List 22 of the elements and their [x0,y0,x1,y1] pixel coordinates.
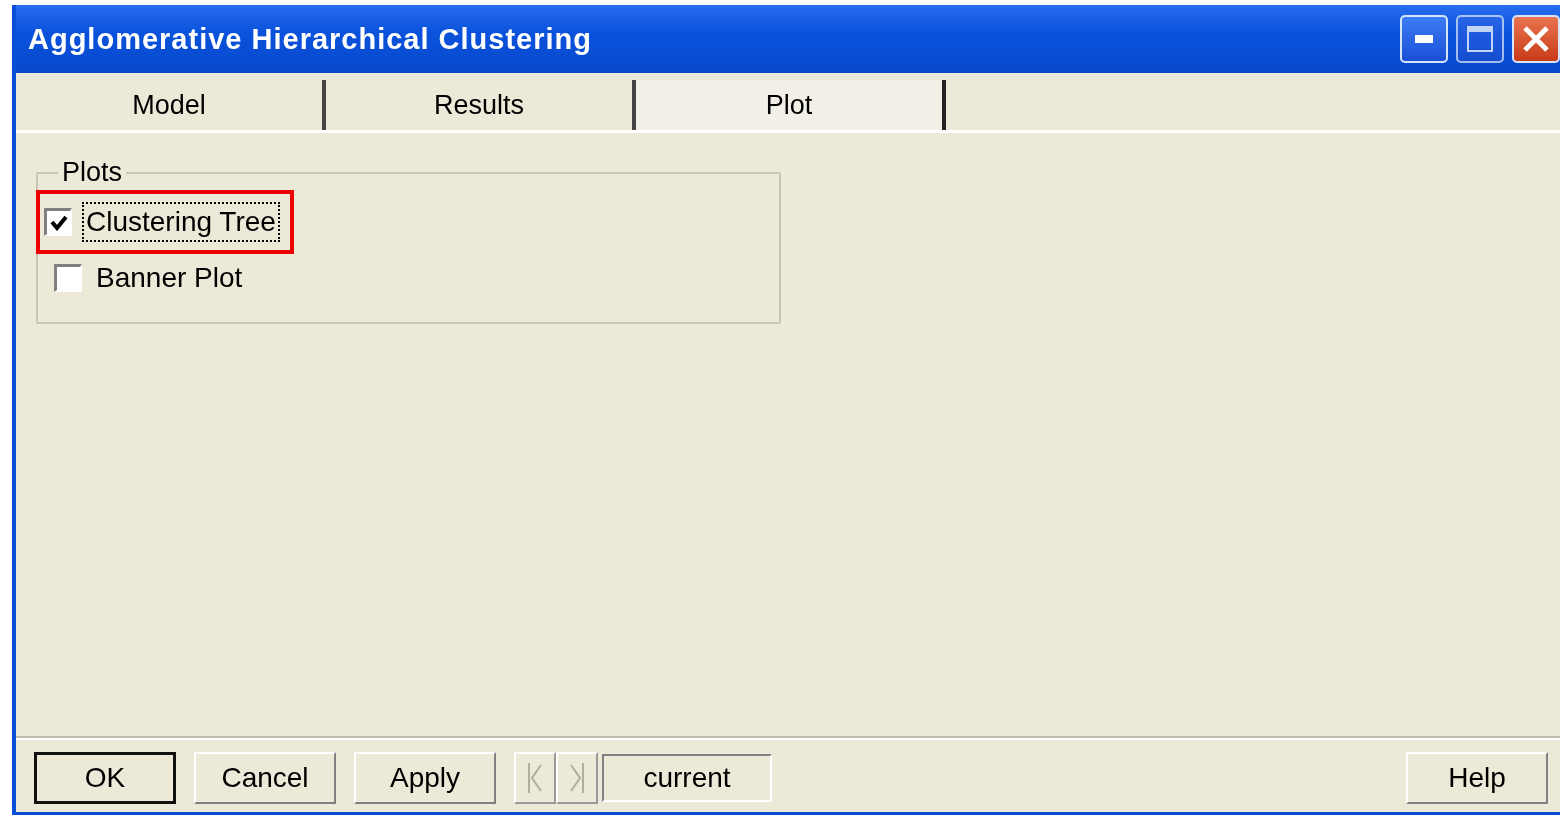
minimize-icon [1415,35,1433,43]
help-button[interactable]: Help [1406,752,1548,804]
dialog-button[interactable]: Cancel [194,752,336,804]
minimize-button[interactable] [1400,15,1448,63]
first-icon [527,761,543,795]
group-title: Plots [61,157,124,188]
close-icon [1522,25,1550,53]
close-button[interactable] [1512,15,1560,63]
checkbox[interactable] [54,264,82,292]
window-title: Agglomerative Hierarchical Clustering [28,22,593,56]
checkmark-icon [49,214,68,231]
dialog-button[interactable]: Apply [354,752,496,804]
maximize-icon [1467,26,1493,52]
last-icon [569,761,585,795]
tab[interactable]: Plot [636,80,946,130]
maximize-button[interactable] [1456,15,1504,63]
checkbox-label[interactable]: Banner Plot [94,260,245,296]
last-button[interactable] [556,752,598,804]
checkbox[interactable] [44,208,72,236]
dialog-button[interactable]: OK [34,752,176,804]
current-field: current [602,754,772,802]
checkbox-label[interactable]: Clustering Tree [84,204,278,240]
